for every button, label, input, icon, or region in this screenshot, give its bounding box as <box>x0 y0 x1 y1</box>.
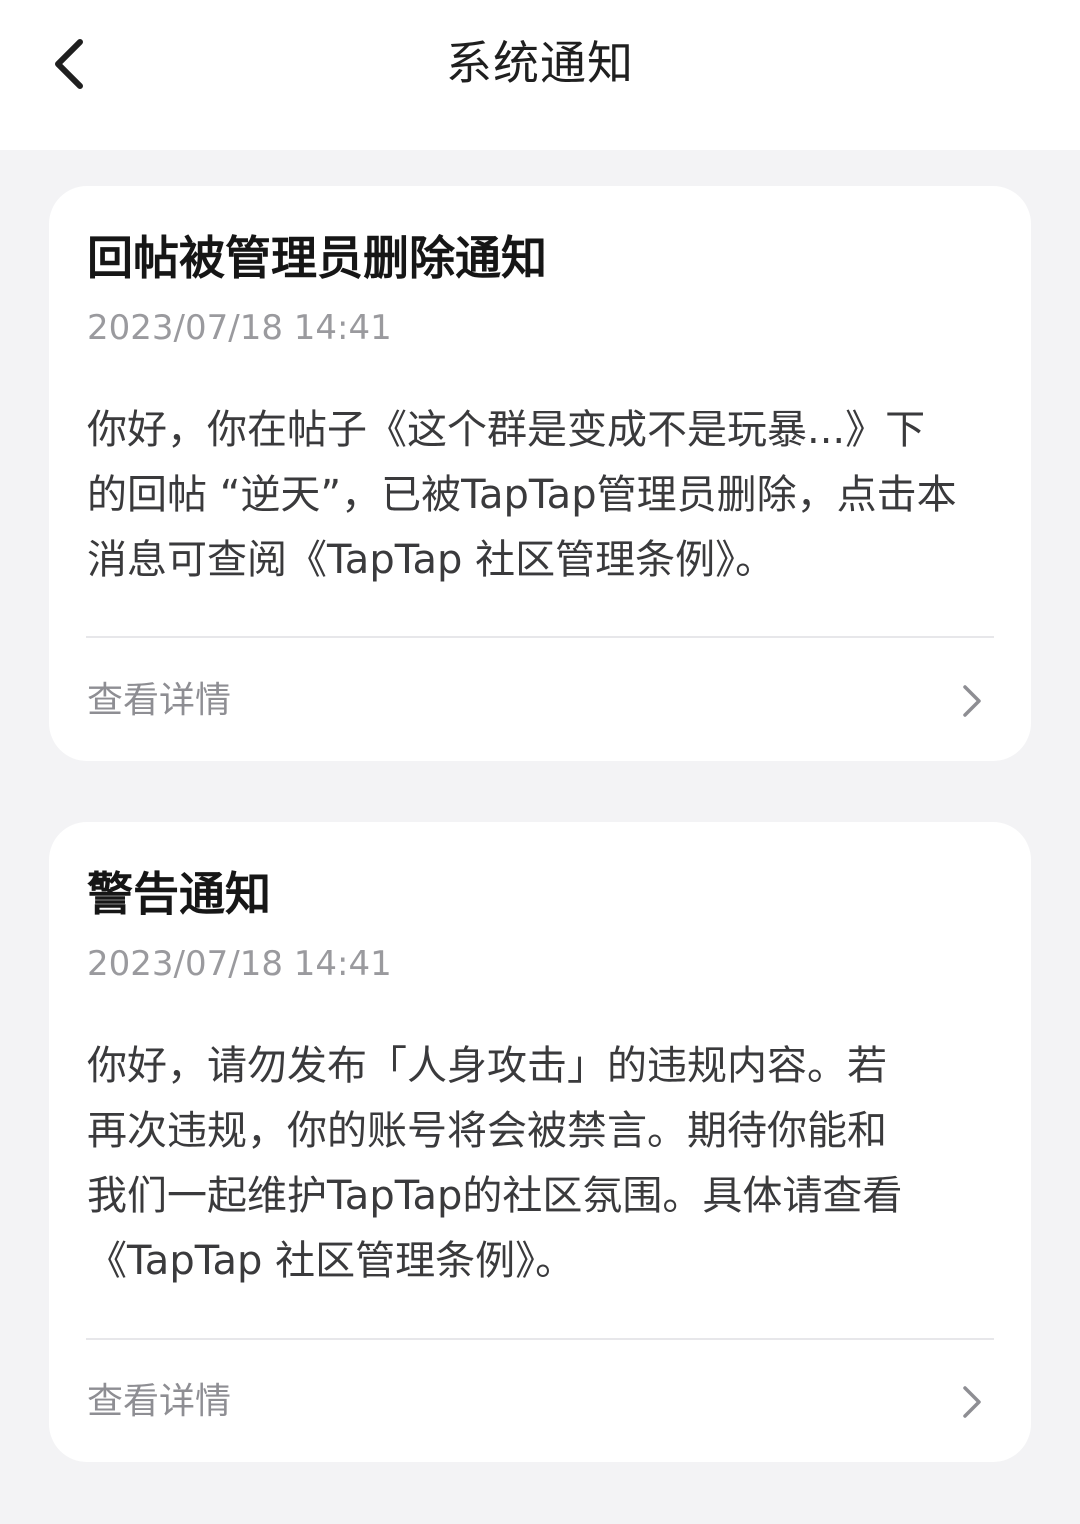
notification-time: 2023/07/18 14:41 <box>87 944 392 984</box>
view-details-label: 查看详情 <box>87 1381 232 1422</box>
notification-card[interactable]: 警告通知 2023/07/18 14:41 你好，请勿发布「人身攻击」的违规内容… <box>49 822 1031 1462</box>
view-details-button[interactable]: 查看详情 <box>49 1352 1031 1452</box>
notification-title: 警告通知 <box>87 867 271 921</box>
divider <box>86 636 994 638</box>
page-title: 系统通知 <box>446 36 634 90</box>
view-details-button[interactable]: 查看详情 <box>49 651 1031 751</box>
notification-card[interactable]: 回帖被管理员删除通知 2023/07/18 14:41 你好，你在帖子《这个群是… <box>49 186 1031 761</box>
body-line: 我们一起维护TapTap的社区氛围。具体请查看 <box>87 1173 903 1219</box>
body-line: 你好，请勿发布「人身攻击」的违规内容。若 <box>87 1043 887 1089</box>
chevron-right-icon <box>963 1386 981 1418</box>
body-line: 再次违规，你的账号将会被禁言。期待你能和 <box>87 1108 887 1154</box>
chevron-right-icon <box>963 685 981 717</box>
divider <box>86 1338 994 1340</box>
view-details-label: 查看详情 <box>87 680 232 721</box>
body-line: 消息可查阅《TapTap 社区管理条例》。 <box>87 537 776 583</box>
notification-body: 你好，你在帖子《这个群是变成不是玩暴...》下 的回帖 “逆天”，已被TapTa… <box>87 398 999 593</box>
notification-body: 你好，请勿发布「人身攻击」的违规内容。若 再次违规，你的账号将会被禁言。期待你能… <box>87 1034 999 1294</box>
top-bar: 系统通知 <box>0 0 1080 150</box>
body-line: 你好，你在帖子《这个群是变成不是玩暴...》下 <box>87 407 926 453</box>
body-line: 的回帖 “逆天”，已被TapTap管理员删除，点击本 <box>87 472 957 518</box>
notification-time: 2023/07/18 14:41 <box>87 308 392 348</box>
notification-title: 回帖被管理员删除通知 <box>87 231 547 285</box>
body-line: 《TapTap 社区管理条例》。 <box>87 1238 576 1284</box>
